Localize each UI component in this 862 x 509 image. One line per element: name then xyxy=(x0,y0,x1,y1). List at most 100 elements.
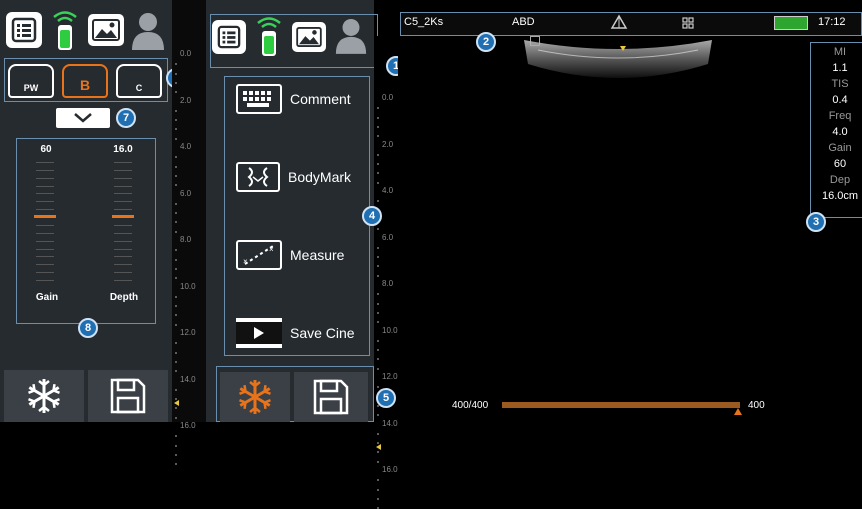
slider-level[interactable] xyxy=(34,215,56,218)
depth-tick-dot xyxy=(175,165,177,168)
gain-slider[interactable] xyxy=(34,162,56,281)
depth-tick-dot xyxy=(377,460,379,463)
slider-tick xyxy=(36,241,54,242)
depth-tick-label: 12.0 xyxy=(382,372,398,381)
depth-ruler-middle: 0.0 2.0 4.0 6.0 8.0 10.0 12.0 14.0 16.0 xyxy=(374,36,398,509)
list-icon[interactable] xyxy=(6,12,42,48)
depth-tick-dot xyxy=(175,444,177,447)
svg-text:×: × xyxy=(269,245,274,254)
depth-tick-dot xyxy=(175,128,177,131)
user-icon[interactable] xyxy=(130,10,166,50)
depth-tick-dot xyxy=(175,81,177,84)
depth-slider[interactable] xyxy=(112,162,134,281)
depth-tick-dot xyxy=(377,274,379,277)
bodymark-icon xyxy=(236,162,280,192)
depth-tick-dot xyxy=(377,497,379,500)
callout-4: 4 xyxy=(362,206,382,226)
slider-tick xyxy=(36,201,54,202)
depth-tick-dot xyxy=(175,63,177,66)
bodymark-button[interactable]: BodyMark xyxy=(236,162,351,192)
ultrasound-image-area[interactable]: C5_2Ks ABD 17:12 2 MI 1.1 TIS 0.4 Freq 4… xyxy=(398,0,862,422)
depth-tick-label: 16.0 xyxy=(180,421,196,430)
slider-tick xyxy=(114,162,132,163)
depth-tick-label: 4.0 xyxy=(180,142,192,151)
depth-tick-dot xyxy=(175,156,177,159)
slider-tick xyxy=(114,272,132,273)
slider-tick xyxy=(36,249,54,250)
b-mode-label: B xyxy=(79,77,91,93)
depth-tick-dot xyxy=(377,488,379,491)
depth-tick-label: 14.0 xyxy=(180,374,196,384)
collapse-button[interactable] xyxy=(56,108,110,128)
save-button[interactable] xyxy=(88,370,168,422)
depth-tick-dot xyxy=(377,321,379,324)
slider-tick xyxy=(114,233,132,234)
preset-name: ABD xyxy=(512,16,535,28)
depth-tick-dot xyxy=(175,137,177,140)
probe-orientation-icon xyxy=(610,14,628,35)
depth-tick-dot xyxy=(377,367,379,370)
depth-tick-dot xyxy=(175,407,177,410)
depth-tick-dot xyxy=(377,358,379,361)
depth-tick-label: 12.0 xyxy=(180,328,196,337)
slider-tick xyxy=(36,272,54,273)
depth-tick-dot xyxy=(377,339,379,342)
depth-tick-dot xyxy=(377,265,379,268)
callout-8: 8 xyxy=(78,318,98,338)
b-mode-button[interactable]: B xyxy=(62,64,108,98)
cine-slider[interactable] xyxy=(502,402,740,408)
depth-tick-dot xyxy=(175,212,177,215)
save-button[interactable] xyxy=(294,372,368,422)
depth-tick-dot xyxy=(377,135,379,138)
depth-info-label: Dep xyxy=(829,174,851,186)
depth-tick-dot xyxy=(175,267,177,270)
cine-handle[interactable] xyxy=(734,408,742,415)
slider-tick xyxy=(36,162,54,163)
depth-tick-dot xyxy=(377,386,379,389)
slider-tick xyxy=(36,225,54,226)
gain-value: 60 xyxy=(40,144,52,155)
depth-label: Depth xyxy=(109,292,139,303)
comment-button[interactable]: Comment xyxy=(236,84,351,114)
gain-label: Gain xyxy=(35,292,59,303)
layout-grid-icon[interactable] xyxy=(682,16,694,34)
depth-tick-dot xyxy=(377,163,379,166)
measure-button[interactable]: × × Measure xyxy=(236,240,344,270)
slider-tick xyxy=(36,280,54,281)
depth-tick-label: 2.0 xyxy=(382,139,394,149)
snowflake-icon xyxy=(28,379,60,413)
image-icon[interactable] xyxy=(88,14,124,46)
wireless-probe-icon[interactable] xyxy=(50,8,80,52)
gain-info-value: 60 xyxy=(833,158,847,170)
freeze-button-active[interactable] xyxy=(220,372,290,422)
depth-tick-dot xyxy=(377,153,379,156)
ultrasound-sector xyxy=(524,40,712,78)
cine-frame-counter: 400/400 xyxy=(452,400,489,411)
depth-tick-label: 14.0 xyxy=(382,418,398,428)
depth-tick-dot xyxy=(377,256,379,259)
depth-tick-dot xyxy=(175,72,177,75)
depth-tick-dot xyxy=(175,184,177,187)
freq-label: Freq xyxy=(828,110,852,122)
depth-tick-dot xyxy=(377,414,379,417)
depth-tick-dot xyxy=(175,249,177,252)
save-cine-label: Save Cine xyxy=(290,325,355,341)
slider-tick xyxy=(36,178,54,179)
user-icon[interactable] xyxy=(334,16,368,54)
slider-tick xyxy=(114,178,132,179)
slider-tick xyxy=(114,256,132,257)
mi-label: MI xyxy=(833,46,847,58)
image-icon[interactable] xyxy=(292,22,326,52)
measure-label: Measure xyxy=(290,247,345,263)
depth-tick-dot xyxy=(377,172,379,175)
probe-name: C5_2Ks xyxy=(404,16,444,28)
slider-level[interactable] xyxy=(112,215,134,218)
wireless-probe-icon[interactable] xyxy=(254,14,284,58)
list-icon[interactable] xyxy=(212,20,246,54)
save-icon xyxy=(110,378,146,414)
save-cine-button[interactable]: Save Cine xyxy=(236,318,355,348)
pw-mode-button[interactable]: PW xyxy=(8,64,54,98)
freeze-button[interactable] xyxy=(4,370,84,422)
c-mode-button[interactable]: C xyxy=(116,64,162,98)
depth-tick-dot xyxy=(175,295,177,298)
